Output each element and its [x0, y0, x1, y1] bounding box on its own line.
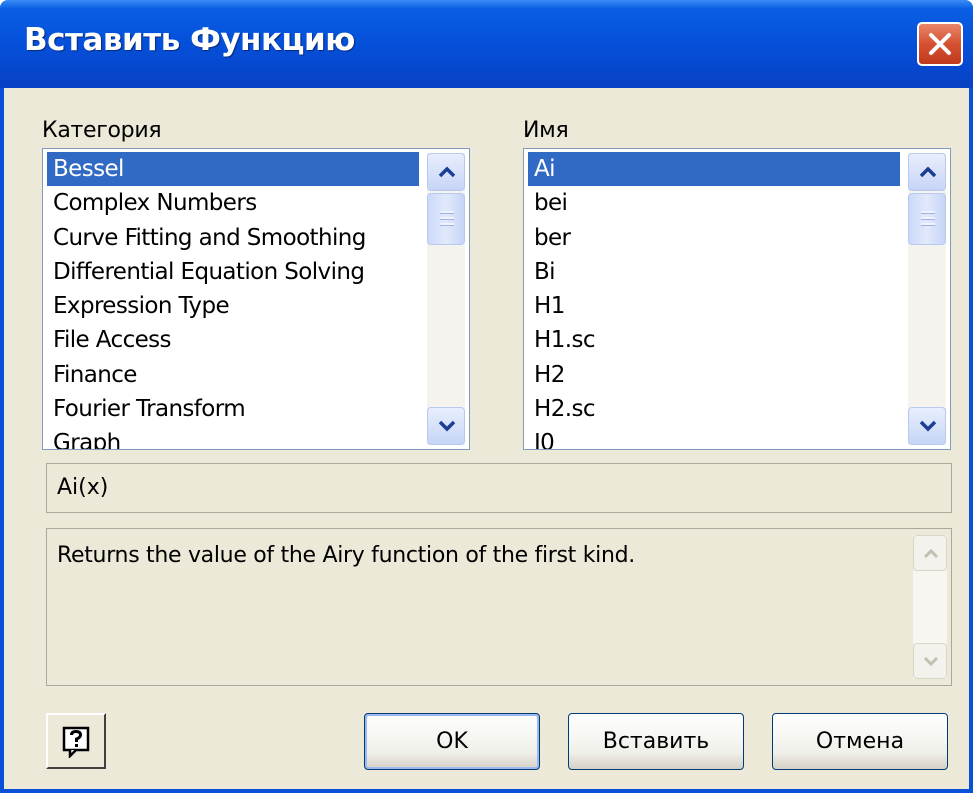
name-item-h1[interactable]: H1 [528, 289, 900, 323]
name-item-h1-sc[interactable]: H1.sc [528, 323, 900, 357]
category-item-differential-equation[interactable]: Differential Equation Solving [47, 255, 419, 289]
name-scroll-up-button[interactable] [908, 153, 946, 191]
category-label: Категория [42, 118, 162, 143]
chevron-down-icon [438, 420, 456, 432]
category-item-bessel[interactable]: Bessel [47, 152, 419, 187]
name-scrollbar[interactable] [908, 153, 946, 445]
category-item-graph[interactable]: Graph [47, 426, 419, 449]
description-scroll-down-button [913, 643, 947, 679]
category-item-curve-fitting[interactable]: Curve Fitting and Smoothing [47, 221, 419, 255]
description-scroll-up-button [913, 535, 947, 571]
chevron-up-icon [438, 166, 456, 178]
ok-button[interactable]: OK [364, 713, 540, 770]
name-item-ber[interactable]: ber [528, 221, 900, 255]
close-icon [929, 33, 951, 55]
category-item-fourier-transform[interactable]: Fourier Transform [47, 392, 419, 426]
cancel-button[interactable]: Отмена [772, 713, 948, 770]
insert-function-dialog: Вставить Функцию Категория Имя Bessel Co… [0, 0, 973, 793]
chevron-down-icon [923, 656, 939, 667]
category-item-complex-numbers[interactable]: Complex Numbers [47, 186, 419, 220]
name-item-bei[interactable]: bei [528, 186, 900, 220]
chevron-down-icon [919, 420, 937, 432]
name-item-i0[interactable]: I0 [528, 426, 900, 449]
name-scroll-thumb[interactable] [908, 193, 946, 245]
name-scroll-down-button[interactable] [908, 407, 946, 445]
help-icon [62, 726, 90, 758]
category-scroll-down-button[interactable] [427, 407, 465, 445]
function-description-box: Returns the value of the Airy function o… [46, 528, 952, 686]
category-item-file-access[interactable]: File Access [47, 323, 419, 357]
name-item-bi[interactable]: Bi [528, 255, 900, 289]
title-bar[interactable]: Вставить Функцию [0, 0, 973, 88]
function-syntax: Ai(x) [46, 463, 952, 513]
description-scrollbar [913, 535, 947, 679]
category-item-expression-type[interactable]: Expression Type [47, 289, 419, 323]
chevron-up-icon [919, 166, 937, 178]
function-description: Returns the value of the Airy function o… [57, 543, 635, 568]
chevron-up-icon [923, 548, 939, 559]
name-items: Ai bei ber Bi H1 H1.sc H2 H2.sc I0 [528, 152, 900, 449]
category-items: Bessel Complex Numbers Curve Fitting and… [47, 152, 419, 449]
close-button[interactable] [917, 22, 963, 66]
category-scroll-up-button[interactable] [427, 153, 465, 191]
window-title: Вставить Функцию [24, 22, 355, 58]
category-list[interactable]: Bessel Complex Numbers Curve Fitting and… [42, 148, 470, 450]
category-item-finance[interactable]: Finance [47, 358, 419, 392]
category-scrollbar[interactable] [427, 153, 465, 445]
category-scroll-thumb[interactable] [427, 193, 465, 245]
name-item-h2-sc[interactable]: H2.sc [528, 392, 900, 426]
insert-button[interactable]: Вставить [568, 713, 744, 770]
name-list[interactable]: Ai bei ber Bi H1 H1.sc H2 H2.sc I0 [523, 148, 951, 450]
name-item-h2[interactable]: H2 [528, 358, 900, 392]
name-item-ai[interactable]: Ai [528, 152, 900, 187]
name-label: Имя [523, 118, 569, 143]
help-button[interactable] [46, 713, 106, 769]
